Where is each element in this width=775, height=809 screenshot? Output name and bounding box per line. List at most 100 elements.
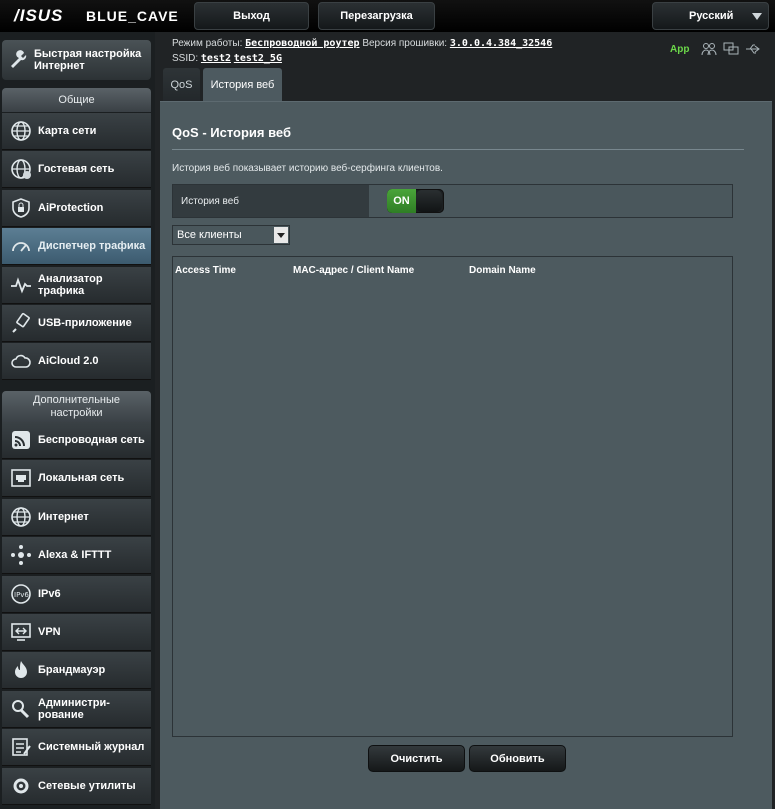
vpn-icon bbox=[8, 619, 34, 645]
web-history-option-value: ON bbox=[369, 185, 732, 217]
language-value: Русский bbox=[689, 10, 734, 22]
sidebar-item-label: Анализатор трафика bbox=[38, 272, 103, 297]
logout-button[interactable]: Выход bbox=[194, 2, 309, 30]
firmware-version-link[interactable]: 3.0.0.4.384_32546 bbox=[450, 38, 552, 49]
sidebar-item-3-globe[interactable]: Интернет bbox=[2, 498, 151, 536]
svg-text:IPv6: IPv6 bbox=[14, 591, 29, 599]
sidebar-item-label: AiCloud 2.0 bbox=[38, 355, 99, 368]
sidebar-item-1-wifi[interactable]: Беспроводная сеть bbox=[2, 422, 151, 459]
alexa-icon bbox=[8, 542, 34, 568]
globe-icon bbox=[8, 118, 34, 144]
sidebar-item-label: USB-приложение bbox=[38, 317, 132, 329]
sidebar-item-label: VPN bbox=[38, 626, 61, 638]
speedometer-icon bbox=[8, 233, 34, 259]
brand-logo: /ISUS bbox=[14, 6, 64, 25]
quick-internet-setup-button[interactable]: Быстрая настройка Интернет bbox=[2, 40, 151, 80]
sidebar-item-label: Гостевая сеть bbox=[38, 163, 115, 176]
sidebar-item-2-lan[interactable]: Локальная сеть bbox=[2, 460, 151, 498]
sidebar-item-label: Карта сети bbox=[38, 125, 97, 137]
sidebar-item-label: Интернет bbox=[38, 510, 89, 523]
usb-icon bbox=[8, 310, 34, 336]
firmware-label: Версия прошивки: bbox=[362, 38, 448, 49]
sidebar-item-7-cloud[interactable]: AiCloud 2.0 bbox=[2, 343, 151, 381]
sidebar-item-6-usb[interactable]: USB-приложение bbox=[2, 305, 151, 342]
pulse-icon bbox=[8, 272, 34, 298]
app-link[interactable]: App bbox=[670, 44, 689, 55]
title-divider bbox=[172, 149, 744, 150]
clear-button[interactable]: Очистить bbox=[368, 745, 465, 772]
column-access-time: Access Time bbox=[175, 265, 236, 276]
tab-web-history[interactable]: История веб bbox=[203, 68, 282, 101]
sidebar-item-label: Сетевые утилиты bbox=[38, 779, 136, 792]
web-history-option-row: История веб ON bbox=[172, 184, 733, 218]
sidebar-item-3-shield-lock[interactable]: AiProtection bbox=[2, 189, 151, 227]
admin-icon bbox=[8, 696, 34, 722]
main-panel: QoS - История веб История веб показывает… bbox=[160, 101, 772, 809]
page-title: QoS - История веб bbox=[172, 125, 292, 140]
chevron-down-icon bbox=[274, 227, 288, 243]
sidebar-item-label: IPv6 bbox=[38, 587, 61, 600]
shield-lock-icon bbox=[8, 195, 34, 221]
wifi-icon bbox=[8, 427, 34, 453]
sidebar-item-7-firewall[interactable]: Брандмауэр bbox=[2, 652, 151, 690]
web-history-option-label: История веб bbox=[173, 185, 369, 217]
status-icons: App bbox=[670, 42, 761, 56]
page-description: История веб показывает историю веб-серфи… bbox=[172, 163, 443, 174]
quick-setup-label: Быстрая настройка Интернет bbox=[34, 48, 142, 72]
web-history-toggle[interactable]: ON bbox=[387, 189, 444, 213]
sidebar-item-label: Беспроводная сеть bbox=[38, 434, 145, 446]
sidebar-item-5-pulse[interactable]: Анализатор трафика bbox=[2, 266, 151, 304]
guest-globe-icon bbox=[8, 156, 34, 182]
globe-icon bbox=[8, 504, 34, 530]
client-filter-select[interactable]: Все клиенты bbox=[172, 225, 290, 245]
sidebar-item-label: AiProtection bbox=[38, 201, 104, 214]
reboot-button[interactable]: Перезагрузка bbox=[318, 2, 435, 30]
sidebar-item-label: Локальная сеть bbox=[38, 472, 125, 485]
tab-qos[interactable]: QoS bbox=[163, 68, 200, 101]
sidebar-item-10-tools[interactable]: Сетевые утилиты bbox=[2, 767, 151, 805]
toggle-knob bbox=[416, 190, 442, 212]
advanced-section-header: Дополнительные настройки bbox=[2, 391, 151, 423]
column-domain-name: Domain Name bbox=[469, 265, 536, 276]
mode-value-link[interactable]: Беспроводной роутер bbox=[245, 38, 359, 49]
wrench-icon bbox=[8, 47, 30, 73]
mode-label: Режим работы: bbox=[172, 38, 243, 49]
log-icon bbox=[8, 734, 34, 760]
language-select[interactable]: Русский bbox=[652, 2, 769, 30]
sidebar-item-1-globe[interactable]: Карта сети bbox=[2, 113, 151, 150]
sidebar: Быстрая настройка Интернет Общие Карта с… bbox=[0, 32, 155, 809]
tools-icon bbox=[8, 773, 34, 799]
status-header: Режим работы: Беспроводной роутер Версия… bbox=[172, 36, 552, 66]
column-mac-client: MAC-адрес / Client Name bbox=[293, 265, 415, 276]
toggle-on-label: ON bbox=[387, 189, 416, 213]
sidebar-item-9-log[interactable]: Системный журнал bbox=[2, 729, 151, 767]
sidebar-item-6-vpn[interactable]: VPN bbox=[2, 614, 151, 651]
sidebar-item-4-alexa[interactable]: Alexa & IFTTT bbox=[2, 537, 151, 575]
sidebar-item-2-guest-globe[interactable]: Гостевая сеть bbox=[2, 151, 151, 189]
ssid-link-2[interactable]: test2_5G bbox=[234, 53, 282, 64]
ipv6-icon: IPv6 bbox=[8, 581, 34, 607]
sidebar-item-4-speedometer[interactable]: Диспетчер трафика bbox=[2, 228, 151, 266]
clients-icon[interactable] bbox=[701, 42, 717, 56]
sidebar-item-5-ipv6[interactable]: IPv6 IPv6 bbox=[2, 575, 151, 613]
usb-status-icon[interactable] bbox=[745, 42, 761, 56]
top-bar: /ISUS BLUE_CAVE Выход Перезагрузка Русск… bbox=[0, 0, 775, 32]
firewall-icon bbox=[8, 657, 34, 683]
sidebar-item-label: Системный журнал bbox=[38, 741, 145, 754]
sidebar-item-label: Брандмауэр bbox=[38, 664, 106, 677]
sidebar-item-label: Администри-рование bbox=[38, 696, 110, 721]
sidebar-item-8-admin[interactable]: Администри-рование bbox=[2, 690, 151, 728]
devices-icon[interactable] bbox=[723, 42, 739, 56]
refresh-button[interactable]: Обновить bbox=[469, 745, 566, 772]
chevron-down-icon bbox=[752, 13, 762, 20]
sidebar-item-label: Alexa & IFTTT bbox=[38, 549, 112, 562]
model-name: BLUE_CAVE bbox=[86, 8, 179, 24]
client-filter-value: Все клиенты bbox=[177, 229, 242, 241]
ssid-link-1[interactable]: test2 bbox=[201, 53, 231, 64]
cloud-icon bbox=[8, 348, 34, 374]
history-table: Access Time MAC-адрес / Client Name Doma… bbox=[172, 256, 733, 737]
lan-icon bbox=[8, 465, 34, 491]
sidebar-item-label: Диспетчер трафика bbox=[38, 240, 146, 253]
ssid-label: SSID: bbox=[172, 53, 199, 64]
general-section-header: Общие bbox=[2, 88, 151, 112]
